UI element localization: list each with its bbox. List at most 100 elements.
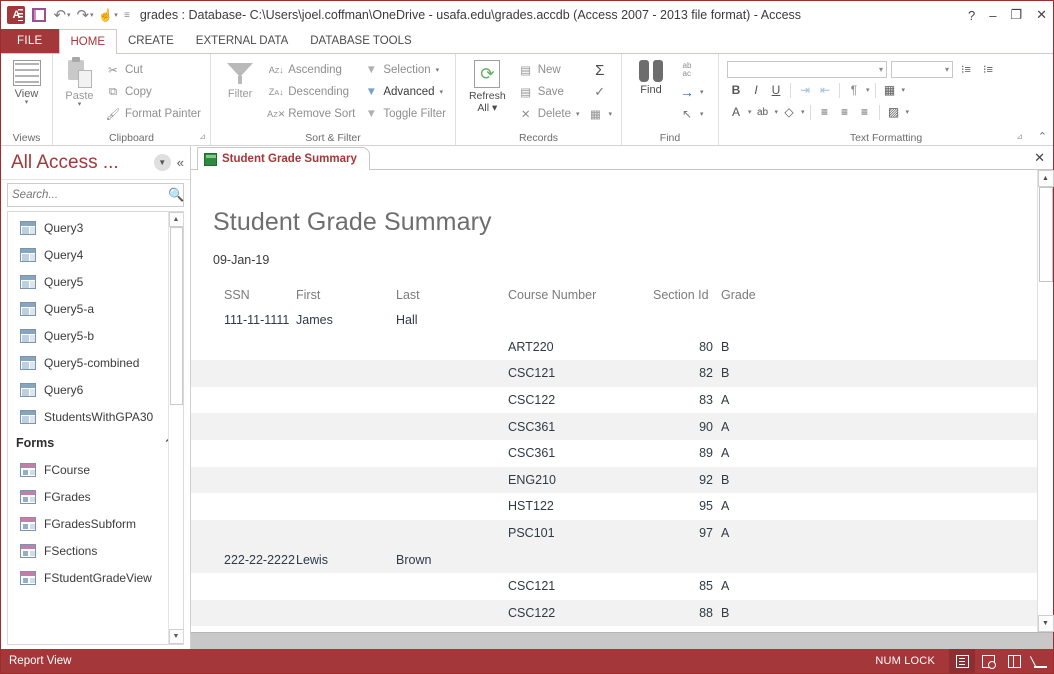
font-size-select[interactable]: ▾: [891, 60, 953, 78]
nav-item-studentswithgpa30[interactable]: StudentsWithGPA30: [8, 403, 183, 430]
nav-scroll-up-button[interactable]: ▲: [168, 212, 183, 227]
find-button[interactable]: Find: [627, 57, 675, 96]
report-view-button[interactable]: [949, 649, 975, 673]
nav-item-fcourse[interactable]: FCourse: [8, 456, 183, 483]
italic-icon[interactable]: I: [747, 80, 765, 100]
gridlines-icon[interactable]: ▦: [881, 80, 899, 100]
text-highlight-caret-icon[interactable]: ▾: [775, 108, 779, 116]
selection-caret-icon[interactable]: ▾: [436, 66, 440, 74]
advanced-button[interactable]: ▼ Advanced ▾: [359, 81, 450, 103]
filter-button[interactable]: Filter: [216, 57, 264, 100]
restore-button[interactable]: ❐: [1010, 7, 1022, 23]
close-button[interactable]: ✕: [1036, 7, 1047, 23]
text-direction-icon[interactable]: ¶: [845, 80, 863, 100]
search-box[interactable]: 🔍: [7, 183, 184, 207]
nav-item-fstudentgradeview[interactable]: FStudentGradeView: [8, 564, 183, 591]
report-scroll-up-button[interactable]: ▲: [1037, 170, 1054, 187]
design-view-button[interactable]: [1027, 649, 1053, 673]
cut-button[interactable]: ✂ Cut: [101, 59, 205, 81]
alternate-row-caret-icon[interactable]: ▾: [906, 108, 910, 116]
new-record-button[interactable]: ▤ New: [514, 59, 584, 81]
layout-view-button[interactable]: [1001, 649, 1027, 673]
collapse-pane-icon[interactable]: «: [177, 155, 184, 170]
collapse-ribbon-button[interactable]: ⌃: [1038, 130, 1047, 143]
minimize-button[interactable]: –: [989, 8, 996, 23]
select-caret-icon[interactable]: ▾: [700, 110, 704, 118]
bold-icon[interactable]: B: [727, 80, 745, 100]
print-preview-button[interactable]: [975, 649, 1001, 673]
advanced-caret-icon[interactable]: ▾: [440, 88, 444, 96]
nav-item-query5-combined[interactable]: Query5-combined: [8, 349, 183, 376]
goto-caret-icon[interactable]: ▾: [700, 88, 704, 96]
align-left-icon[interactable]: ≡: [816, 102, 834, 122]
sort-descending-button[interactable]: Z A ↓ Descending: [264, 81, 359, 103]
more-records-button[interactable]: ▦ ▾: [583, 103, 616, 125]
touch-mode-icon[interactable]: ☝ ▾: [97, 4, 119, 26]
help-button[interactable]: ?: [968, 8, 975, 23]
tab-external-data[interactable]: EXTERNAL DATA: [185, 29, 299, 53]
paste-button[interactable]: Paste ▾: [58, 57, 101, 108]
alternate-row-color-icon[interactable]: ▨: [885, 102, 903, 122]
fill-color-icon[interactable]: ◇: [780, 102, 798, 122]
totals-button[interactable]: Σ: [588, 59, 612, 81]
chevron-down-icon[interactable]: ▼: [153, 154, 171, 171]
copy-button[interactable]: ⧉ Copy: [101, 81, 205, 103]
goto-button[interactable]: → ▾: [675, 81, 708, 103]
tab-home[interactable]: HOME: [58, 29, 117, 54]
refresh-all-button[interactable]: ⟳ Refresh All ▾: [461, 57, 514, 114]
delete-record-button[interactable]: ✕ Delete ▾: [514, 103, 584, 125]
close-document-button[interactable]: ✕: [1034, 150, 1045, 166]
customize-qat-icon[interactable]: ≡: [124, 10, 130, 21]
sort-ascending-button[interactable]: A Z ↓ Ascending: [264, 59, 359, 81]
redo-icon[interactable]: ↷ ▾: [74, 4, 96, 26]
nav-item-query5-a[interactable]: Query5-a: [8, 295, 183, 322]
search-input[interactable]: [12, 189, 168, 201]
nav-item-query5-b[interactable]: Query5-b: [8, 322, 183, 349]
font-color-caret-icon[interactable]: ▾: [748, 108, 752, 116]
format-painter-button[interactable]: 🖌 Format Painter: [101, 103, 205, 125]
report-vertical-scrollbar[interactable]: ▲ ▼: [1037, 170, 1054, 632]
select-button[interactable]: ↖ ▾: [675, 103, 708, 125]
report-scroll-down-button[interactable]: ▼: [1037, 615, 1054, 632]
bullet-list-icon[interactable]: ⁝≡: [957, 59, 975, 79]
tab-create[interactable]: CREATE: [117, 29, 185, 53]
text-direction-caret-icon[interactable]: ▾: [866, 86, 870, 94]
nav-scrollbar-thumb[interactable]: [169, 227, 183, 405]
fill-color-caret-icon[interactable]: ▾: [801, 108, 805, 116]
nav-item-query6[interactable]: Query6: [8, 376, 183, 403]
report-horizontal-scrollbar[interactable]: [191, 632, 1053, 649]
nav-scroll-down-button[interactable]: ▼: [168, 629, 183, 644]
nav-item-fgrades[interactable]: FGrades: [8, 483, 183, 510]
navigation-scrollbar[interactable]: ▲ ▼: [168, 212, 183, 644]
selection-button[interactable]: ▼ Selection ▾: [359, 59, 450, 81]
save-icon[interactable]: [28, 4, 50, 26]
nav-item-fsections[interactable]: FSections: [8, 537, 183, 564]
decrease-indent-icon[interactable]: ⇤: [816, 80, 834, 100]
nav-item-fgradessubform[interactable]: FGradesSubform: [8, 510, 183, 537]
clipboard-dialog-launcher[interactable]: ⊿: [199, 130, 206, 144]
toggle-filter-button[interactable]: ▼ Toggle Filter: [359, 103, 450, 125]
search-icon[interactable]: 🔍: [168, 187, 184, 203]
spelling-button[interactable]: ✓: [588, 81, 612, 103]
align-center-icon[interactable]: ≡: [836, 102, 854, 122]
gridlines-caret-icon[interactable]: ▾: [902, 86, 906, 94]
nav-item-query3[interactable]: Query3: [8, 214, 183, 241]
text-highlight-icon[interactable]: ab: [754, 102, 772, 122]
underline-icon[interactable]: U: [767, 80, 785, 100]
text-formatting-dialog-launcher[interactable]: ⊿: [1016, 130, 1023, 144]
tab-database-tools[interactable]: DATABASE TOOLS: [299, 29, 422, 53]
view-button[interactable]: View ▾: [6, 57, 47, 106]
delete-caret-icon[interactable]: ▾: [576, 110, 580, 118]
nav-group-forms[interactable]: Forms ⌃: [8, 430, 183, 456]
access-app-icon[interactable]: A: [5, 4, 27, 26]
font-name-select[interactable]: ▾: [727, 60, 887, 78]
report-scrollbar-thumb[interactable]: [1038, 187, 1053, 282]
numbered-list-icon[interactable]: ⁝≡: [979, 59, 997, 79]
replace-button[interactable]: ab ac: [675, 59, 708, 81]
align-right-icon[interactable]: ≡: [856, 102, 874, 122]
report-scrollbar-track[interactable]: [1038, 187, 1054, 615]
increase-indent-icon[interactable]: ⇥: [796, 80, 814, 100]
tab-file[interactable]: FILE: [1, 29, 59, 53]
save-record-button[interactable]: ▤ Save: [514, 81, 584, 103]
document-tab-student-grade-summary[interactable]: Student Grade Summary: [197, 147, 370, 170]
